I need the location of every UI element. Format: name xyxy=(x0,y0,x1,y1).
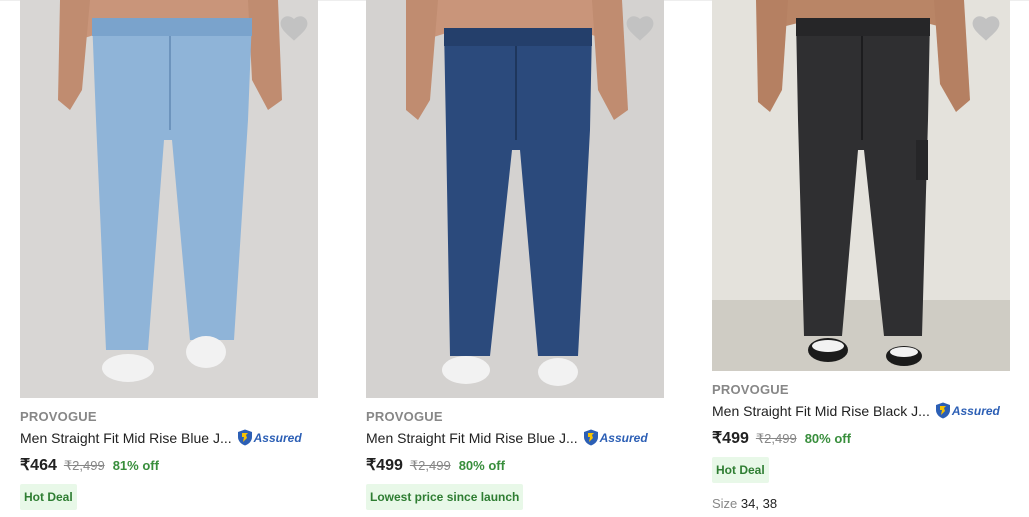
product-brand: PROVOGUE xyxy=(712,382,789,397)
size-values: 34, 38 xyxy=(740,496,778,511)
size-info: Size 34, 38 xyxy=(712,496,1010,511)
assured-badge: Assured xyxy=(935,402,1000,419)
original-price: ₹2,499 xyxy=(755,431,797,446)
assured-badge: Assured xyxy=(237,429,302,446)
product-brand: PROVOGUE xyxy=(366,409,443,424)
original-price: ₹2,499 xyxy=(409,458,451,473)
assured-shield-icon xyxy=(583,429,598,446)
product-image[interactable] xyxy=(712,0,1010,371)
size-label: Size xyxy=(712,496,738,511)
selling-price: ₹464 xyxy=(20,457,57,474)
wishlist-heart-icon[interactable] xyxy=(972,16,1000,42)
product-card[interactable]: PROVOGUE Men Straight Fit Mid Rise Blue … xyxy=(20,0,318,510)
discount-percent: 80% off xyxy=(804,431,851,446)
deal-badge: Hot Deal xyxy=(20,484,77,510)
jeans-photo xyxy=(366,0,664,398)
assured-shield-icon xyxy=(935,402,950,419)
deal-badge: Lowest price since launch xyxy=(366,484,524,510)
jeans-photo xyxy=(712,0,1010,371)
discount-percent: 80% off xyxy=(458,458,505,473)
wishlist-heart-icon[interactable] xyxy=(626,16,654,42)
assured-shield-icon xyxy=(237,429,252,446)
assured-label: Assured xyxy=(253,430,302,445)
wishlist-heart-icon[interactable] xyxy=(280,16,308,42)
assured-label: Assured xyxy=(951,403,1000,418)
assured-label: Assured xyxy=(599,430,648,445)
jeans-photo xyxy=(20,0,318,398)
product-image[interactable] xyxy=(366,0,664,398)
product-card[interactable]: PROVOGUE Men Straight Fit Mid Rise Black… xyxy=(712,0,1010,511)
selling-price: ₹499 xyxy=(366,457,403,474)
discount-percent: 81% off xyxy=(112,458,159,473)
selling-price: ₹499 xyxy=(712,430,749,447)
product-title[interactable]: Men Straight Fit Mid Rise Blue J... xyxy=(366,430,578,446)
product-image[interactable] xyxy=(20,0,318,398)
original-price: ₹2,499 xyxy=(63,458,105,473)
assured-badge: Assured xyxy=(583,429,648,446)
deal-badge: Hot Deal xyxy=(712,457,769,483)
product-title[interactable]: Men Straight Fit Mid Rise Black J... xyxy=(712,403,930,419)
product-brand: PROVOGUE xyxy=(20,409,97,424)
product-title[interactable]: Men Straight Fit Mid Rise Blue J... xyxy=(20,430,232,446)
product-card[interactable]: PROVOGUE Men Straight Fit Mid Rise Blue … xyxy=(366,0,664,510)
